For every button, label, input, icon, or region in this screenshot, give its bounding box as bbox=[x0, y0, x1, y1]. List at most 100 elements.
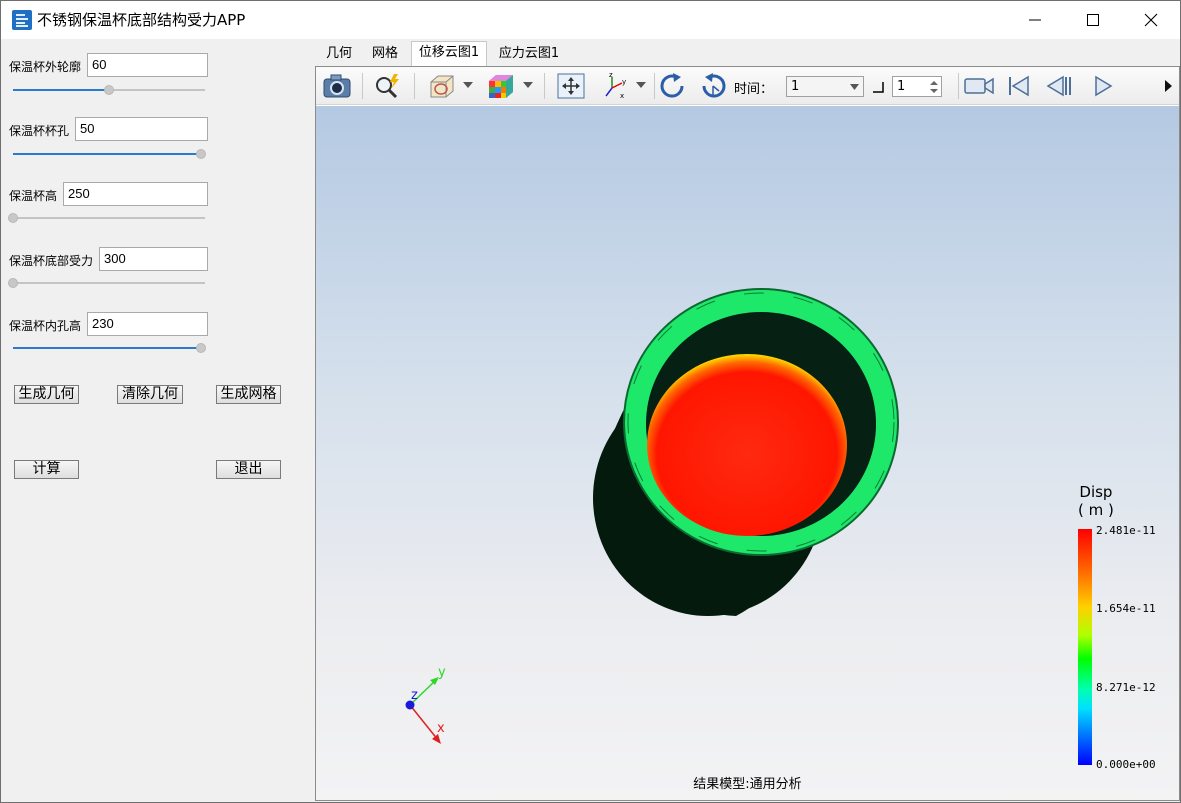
toolbar-separator bbox=[654, 73, 655, 99]
minimize-icon bbox=[1029, 19, 1041, 21]
toolbar-separator bbox=[362, 73, 363, 99]
spin-arrows-icon[interactable] bbox=[930, 80, 938, 94]
slider-fill bbox=[13, 153, 203, 155]
param-label-cup-hole: 保温杯杯孔 bbox=[9, 124, 70, 138]
cup-height-slider[interactable] bbox=[8, 213, 205, 223]
bottom-force-slider[interactable] bbox=[8, 278, 205, 288]
legend-colorbar bbox=[1078, 529, 1092, 765]
slider-handle[interactable] bbox=[196, 149, 206, 159]
outer-contour-input[interactable]: 60 bbox=[87, 53, 208, 77]
chevron-down-icon bbox=[850, 84, 859, 90]
svg-text:x: x bbox=[620, 92, 624, 100]
step-spinbox[interactable]: 1 bbox=[892, 76, 942, 97]
generate-mesh-button[interactable]: 生成网格 bbox=[216, 385, 281, 404]
cup-hole-input[interactable]: 50 bbox=[75, 117, 208, 141]
axis-x-label: x bbox=[437, 721, 445, 736]
fit-view-icon bbox=[557, 73, 585, 99]
legend-tick-min: 0.000e+00 bbox=[1096, 758, 1156, 771]
chevron-down-icon[interactable] bbox=[636, 82, 646, 88]
tab-mesh[interactable]: 网格 bbox=[363, 43, 407, 66]
contour-style-button[interactable] bbox=[484, 71, 518, 101]
tab-displacement-contour[interactable]: 位移云图1 bbox=[411, 41, 487, 67]
previous-frame-button[interactable] bbox=[1044, 71, 1074, 101]
result-viewer: z y x 时间： 1 1 y x z Disp (m) 2.481e-11… bbox=[315, 66, 1180, 801]
screenshot-button[interactable] bbox=[320, 71, 354, 101]
result-model-label: 结果模型:通用分析 bbox=[693, 777, 802, 792]
cup-height-input[interactable]: 250 bbox=[63, 182, 208, 206]
legend-title-text: Disp bbox=[1079, 483, 1113, 501]
fit-view-button[interactable] bbox=[554, 71, 588, 101]
close-button[interactable] bbox=[1122, 1, 1180, 39]
slider-handle[interactable] bbox=[8, 213, 18, 223]
render-canvas[interactable]: y x z Disp ( m ) 2.481e-11 1.654e-11 8.2… bbox=[316, 106, 1179, 800]
chevron-down-icon[interactable] bbox=[523, 82, 533, 88]
toolbar-separator bbox=[544, 73, 545, 99]
cup-inner-bottom bbox=[647, 354, 847, 536]
record-video-button[interactable] bbox=[962, 71, 996, 101]
slider-fill bbox=[13, 89, 109, 91]
maximize-icon bbox=[1087, 14, 1099, 26]
svg-text:y: y bbox=[622, 78, 626, 86]
slider-fill bbox=[13, 347, 203, 349]
cup-hole-slider[interactable] bbox=[13, 149, 206, 159]
record-icon bbox=[964, 77, 994, 95]
toolbar-separator bbox=[414, 73, 415, 99]
tab-bar: 几何 网格 位移云图1 应力云图1 bbox=[315, 40, 1180, 67]
toolbar-overflow-button[interactable] bbox=[1162, 71, 1176, 101]
viewer-toolbar: z y x 时间： 1 1 bbox=[316, 67, 1179, 105]
axis-z-label: z bbox=[411, 688, 418, 703]
axes-triad: y x z bbox=[405, 665, 446, 744]
maximize-button[interactable] bbox=[1064, 1, 1122, 39]
tab-stress-contour[interactable]: 应力云图1 bbox=[491, 43, 567, 66]
inner-hole-height-input[interactable]: 230 bbox=[87, 312, 208, 336]
app-icon bbox=[12, 10, 32, 30]
zoom-icon bbox=[376, 74, 399, 99]
tab-geometry[interactable]: 几何 bbox=[317, 43, 361, 66]
close-icon bbox=[1144, 13, 1158, 27]
slider-handle[interactable] bbox=[104, 85, 114, 95]
display-mode-icon bbox=[430, 75, 454, 98]
svg-text:z: z bbox=[609, 72, 613, 79]
camera-icon bbox=[323, 74, 351, 98]
axes-icon: z y x bbox=[605, 72, 626, 100]
inner-hole-height-slider[interactable] bbox=[13, 343, 206, 353]
first-frame-button[interactable] bbox=[1004, 71, 1034, 101]
play-icon bbox=[1095, 75, 1113, 97]
parameter-panel: 保温杯外轮廓 60 保温杯杯孔 50 保温杯高 250 保温杯底部受力 300 … bbox=[2, 40, 314, 802]
slider-handle[interactable] bbox=[196, 343, 206, 353]
outer-contour-slider[interactable] bbox=[13, 85, 205, 95]
rotate-counterclockwise-button[interactable] bbox=[696, 71, 730, 101]
prev-frame-icon bbox=[1046, 75, 1071, 97]
view-axes-button[interactable]: z y x bbox=[598, 71, 632, 101]
legend-unit: ( m ) bbox=[1078, 501, 1114, 519]
clear-geometry-button[interactable]: 清除几何 bbox=[117, 385, 183, 404]
window-title: 不锈钢保温杯底部结构受力APP bbox=[37, 11, 246, 29]
generate-geometry-button[interactable]: 生成几何 bbox=[14, 385, 79, 404]
axis-y-label: y bbox=[438, 665, 446, 680]
legend-tick: 1.654e-11 bbox=[1096, 602, 1156, 615]
time-select[interactable]: 1 bbox=[786, 76, 864, 97]
step-spinbox-value: 1 bbox=[897, 79, 906, 94]
legend-title: Disp ( m ) bbox=[1078, 483, 1114, 519]
first-frame-icon bbox=[1009, 75, 1029, 97]
param-label-outer-contour: 保温杯外轮廓 bbox=[9, 60, 82, 74]
rotate-clockwise-button[interactable] bbox=[656, 71, 690, 101]
exit-button[interactable]: 退出 bbox=[216, 460, 281, 479]
legend-tick-max: 2.481e-11 bbox=[1096, 524, 1156, 537]
chevron-down-icon[interactable] bbox=[463, 82, 473, 88]
toolbar-separator bbox=[958, 73, 959, 99]
param-label-cup-height: 保温杯高 bbox=[9, 189, 58, 203]
bottom-force-input[interactable]: 300 bbox=[99, 247, 208, 271]
color-cube-icon bbox=[489, 75, 513, 98]
time-label: 时间： bbox=[734, 82, 774, 97]
compute-button[interactable]: 计算 bbox=[14, 460, 79, 479]
chevron-right-icon bbox=[1165, 80, 1172, 92]
slider-handle[interactable] bbox=[8, 278, 18, 288]
minimize-button[interactable] bbox=[1006, 1, 1064, 39]
cup-model: y x z bbox=[405, 288, 899, 744]
param-label-bottom-force: 保温杯底部受力 bbox=[9, 254, 94, 268]
param-label-inner-hole-height: 保温杯内孔高 bbox=[9, 319, 82, 333]
play-button[interactable] bbox=[1088, 71, 1118, 101]
zoom-button[interactable] bbox=[370, 71, 404, 101]
display-mode-button[interactable] bbox=[424, 71, 458, 101]
